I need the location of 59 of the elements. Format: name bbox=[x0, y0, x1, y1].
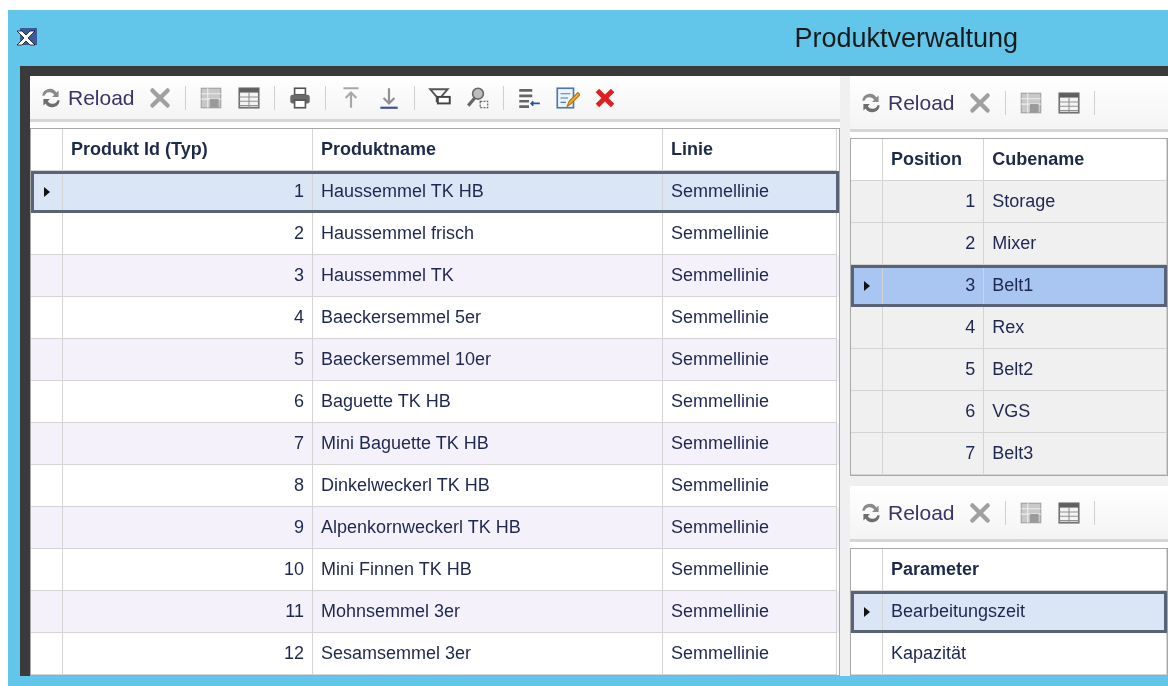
table-cell: Semmellinie bbox=[663, 171, 837, 213]
table-cell: Baeckersemmel 10er bbox=[313, 339, 663, 381]
row-pointer-icon bbox=[42, 185, 51, 198]
column-header: Produkt Id (Typ) bbox=[63, 129, 313, 171]
window-title: Produktverwaltung bbox=[794, 21, 1018, 55]
app-logo-icon bbox=[16, 27, 38, 49]
table-icon bbox=[1055, 89, 1082, 116]
table-row[interactable]: 6 VGS bbox=[851, 391, 1167, 433]
table-cell: Mohnsemmel 3er bbox=[313, 591, 663, 633]
column-header: Position bbox=[883, 139, 985, 181]
columns-button[interactable] bbox=[235, 84, 262, 111]
table-row[interactable]: 5 Belt2 bbox=[851, 349, 1167, 391]
columns-button[interactable] bbox=[1055, 499, 1082, 526]
column-header: Produktname bbox=[313, 129, 663, 171]
table-cell: 5 bbox=[63, 339, 313, 381]
reload-button[interactable]: Reload bbox=[858, 86, 955, 119]
table-cell: 3 bbox=[63, 255, 313, 297]
table-cell: 7 bbox=[63, 423, 313, 465]
table-cell: Semmellinie bbox=[663, 633, 837, 675]
table-cell: Semmellinie bbox=[663, 507, 837, 549]
table-cell: Semmellinie bbox=[663, 423, 837, 465]
column-header: Linie bbox=[663, 129, 837, 171]
table-row[interactable]: 1 Storage bbox=[851, 181, 1167, 223]
table-row[interactable]: 7 Mini Baguette TK HB Semmellinie bbox=[31, 423, 839, 465]
table-cell: Semmellinie bbox=[663, 339, 837, 381]
table-cell: 1 bbox=[63, 171, 313, 213]
table-icon bbox=[1055, 499, 1082, 526]
table-cell: Mini Baguette TK HB bbox=[313, 423, 663, 465]
table-row[interactable]: 3 Haussemmel TK Semmellinie bbox=[31, 255, 839, 297]
table-cell: 12 bbox=[63, 633, 313, 675]
table-cell: Alpenkornweckerl TK HB bbox=[313, 507, 663, 549]
table-row[interactable]: 3 Belt1 bbox=[851, 265, 1167, 307]
table-cell: Haussemmel TK bbox=[313, 255, 663, 297]
row-pointer-icon bbox=[862, 605, 871, 618]
edit-icon bbox=[553, 84, 580, 111]
table-cell: 7 bbox=[883, 433, 985, 475]
table-row[interactable]: 12 Sesamsemmel 3er Semmellinie bbox=[31, 633, 839, 675]
table-cell: Sesamsemmel 3er bbox=[313, 633, 663, 675]
table-row[interactable]: 2 Mixer bbox=[851, 223, 1167, 265]
row-pointer-icon bbox=[862, 279, 871, 292]
table-row[interactable]: 1 Haussemmel TK HB Semmellinie bbox=[31, 171, 839, 213]
table-row[interactable]: 9 Alpenkornweckerl TK HB Semmellinie bbox=[31, 507, 839, 549]
table-cell: Semmellinie bbox=[663, 255, 837, 297]
table-row[interactable]: 11 Mohnsemmel 3er Semmellinie bbox=[31, 591, 839, 633]
columns-button[interactable] bbox=[1055, 89, 1082, 116]
table-cell: Haussemmel TK HB bbox=[313, 171, 663, 213]
edit-button[interactable] bbox=[553, 84, 580, 111]
table-icon bbox=[235, 84, 262, 111]
table-row[interactable]: 7 Belt3 bbox=[851, 433, 1167, 475]
table-row[interactable]: 5 Baeckersemmel 10er Semmellinie bbox=[31, 339, 839, 381]
column-header: Parameter bbox=[883, 549, 1167, 591]
reload-button[interactable]: Reload bbox=[38, 81, 135, 114]
table-cell: Semmellinie bbox=[663, 591, 837, 633]
table-cell: 11 bbox=[63, 591, 313, 633]
table-row[interactable]: 4 Rex bbox=[851, 307, 1167, 349]
table-cell: 9 bbox=[63, 507, 313, 549]
column-header: Cubename bbox=[984, 139, 1167, 181]
reload-button[interactable]: Reload bbox=[858, 496, 955, 529]
table-cell: Belt3 bbox=[984, 433, 1167, 475]
